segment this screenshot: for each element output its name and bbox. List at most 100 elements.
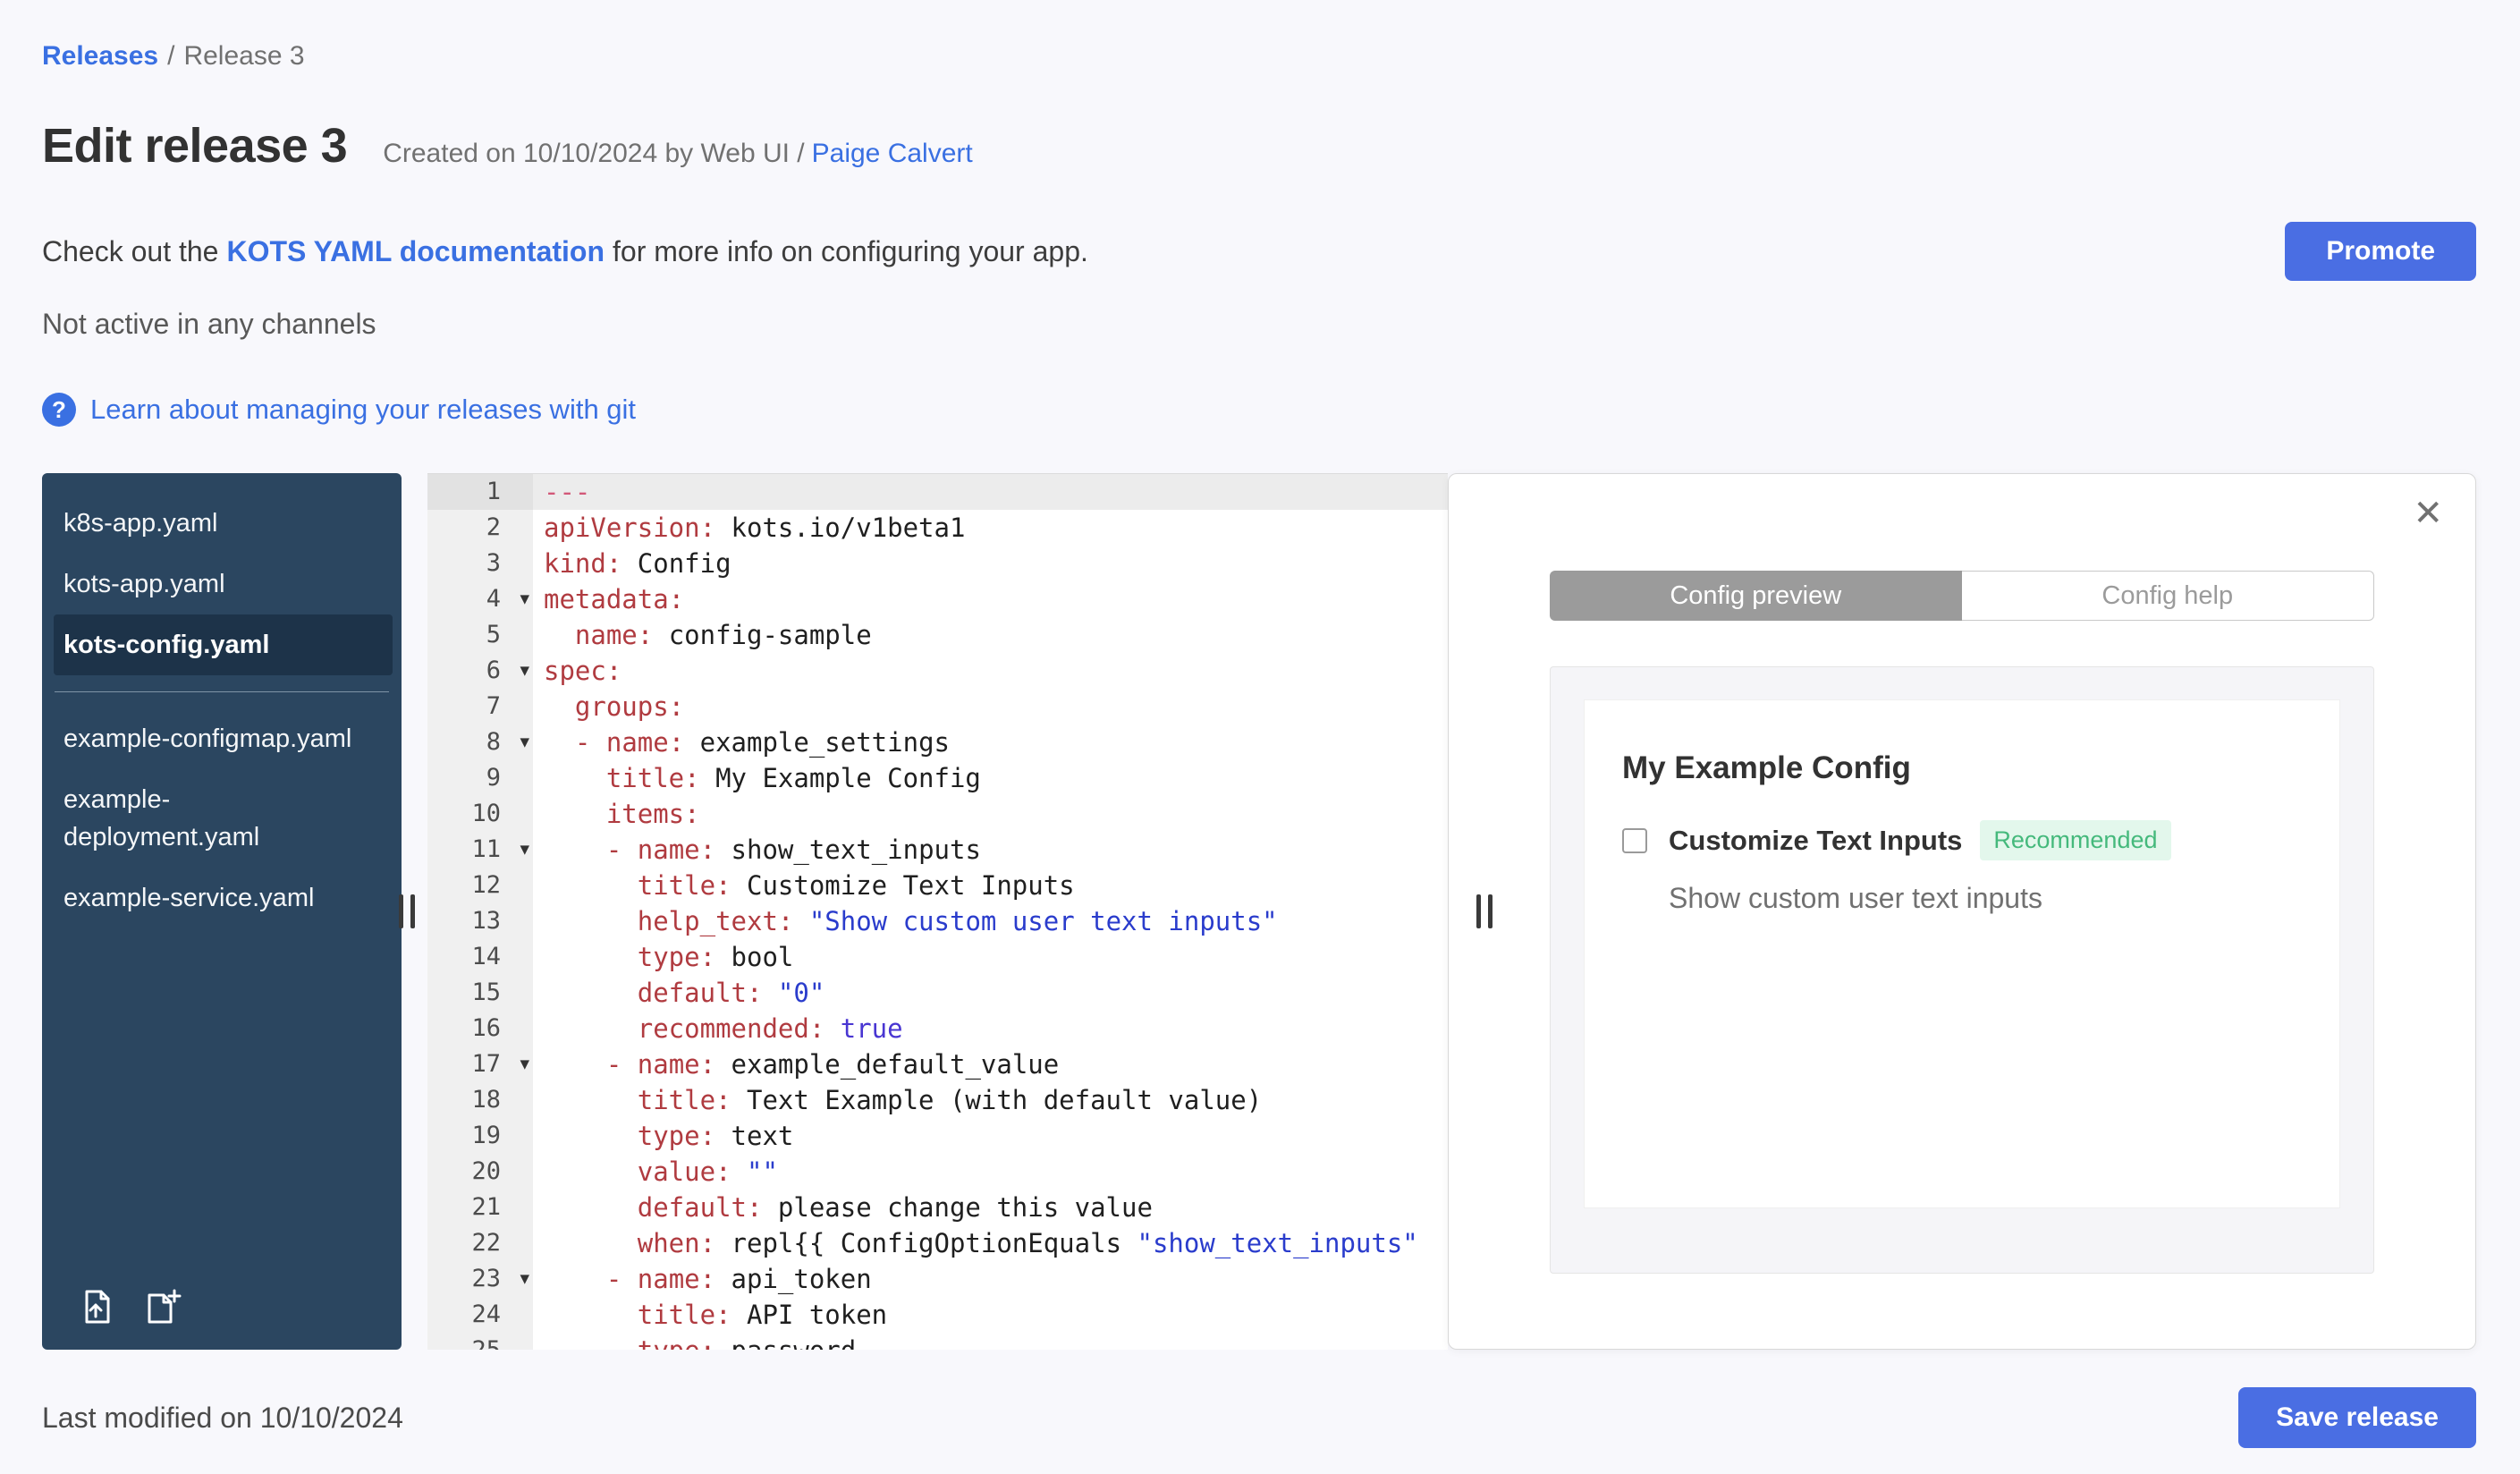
line-number[interactable]: 16 xyxy=(427,1011,533,1046)
code-line[interactable]: 23 ▾ - name: api_token xyxy=(427,1261,1448,1297)
config-help-text: Show custom user text inputs xyxy=(1669,882,2042,914)
line-number[interactable]: 19 xyxy=(427,1118,533,1154)
code-text: title: Customize Text Inputs xyxy=(533,868,1448,903)
line-number-text: 10 xyxy=(471,800,501,827)
code-text: --- xyxy=(533,474,1448,510)
code-line[interactable]: 3 kind: Config xyxy=(427,546,1448,581)
code-line[interactable]: 1 --- xyxy=(427,474,1448,510)
sidebar-file-item[interactable]: k8s-app.yaml xyxy=(54,493,393,554)
line-number[interactable]: 12 xyxy=(427,868,533,903)
code-token: config-sample xyxy=(653,620,872,650)
customize-text-inputs-checkbox[interactable] xyxy=(1622,827,1647,853)
breadcrumb-separator: / xyxy=(167,41,175,71)
line-number[interactable]: 1 xyxy=(427,474,533,510)
fold-arrow-icon[interactable]: ▾ xyxy=(520,581,529,617)
file-label: k8s-app.yaml xyxy=(63,509,218,538)
code-line[interactable]: 6 ▾ spec: xyxy=(427,653,1448,689)
docs-prefix: Check out the xyxy=(42,234,219,267)
code-line[interactable]: 10 items: xyxy=(427,796,1448,832)
line-number[interactable]: 3 xyxy=(427,546,533,581)
save-release-button[interactable]: Save release xyxy=(2238,1387,2476,1448)
line-number[interactable]: 20 xyxy=(427,1154,533,1190)
add-file-icon[interactable] xyxy=(142,1287,182,1326)
author-link[interactable]: Paige Calvert xyxy=(812,139,973,168)
code-line[interactable]: 20 value: "" xyxy=(427,1154,1448,1190)
git-help-row: ? Learn about managing your releases wit… xyxy=(42,393,2476,427)
code-text: recommended: true xyxy=(533,1011,1448,1046)
code-line[interactable]: 12 title: Customize Text Inputs xyxy=(427,868,1448,903)
code-line[interactable]: 9 title: My Example Config xyxy=(427,760,1448,796)
tab-config-help[interactable]: Config help xyxy=(1961,571,2374,621)
close-icon[interactable]: ✕ xyxy=(2413,496,2443,531)
tab-config-preview[interactable]: Config preview xyxy=(1550,571,1962,621)
yaml-code-editor[interactable]: 1 --- 2 apiVersion: kots.io/v1beta1 3 kind: C… xyxy=(427,473,1448,1350)
line-number[interactable]: 2 xyxy=(427,510,533,546)
footer-row: Last modified on 10/10/2024 Save release xyxy=(42,1387,2476,1448)
promote-button[interactable]: Promote xyxy=(2285,222,2476,281)
file-list: k8s-app.yaml kots-app.yaml kots-config.yam… xyxy=(42,493,402,928)
line-number[interactable]: 7 xyxy=(427,689,533,724)
code-token: "" xyxy=(747,1156,778,1187)
code-line[interactable]: 19 type: text xyxy=(427,1118,1448,1154)
fold-arrow-icon[interactable]: ▾ xyxy=(520,653,529,689)
code-line[interactable]: 24 title: API token xyxy=(427,1297,1448,1333)
code-line[interactable]: 21 default: please change this value xyxy=(427,1190,1448,1225)
code-line[interactable]: 17 ▾ - name: example_default_value xyxy=(427,1046,1448,1082)
sidebar-file-item[interactable]: kots-config.yaml xyxy=(54,614,393,675)
line-number[interactable]: 24 xyxy=(427,1297,533,1333)
code-line[interactable]: 22 when: repl{{ ConfigOptionEquals "show… xyxy=(427,1225,1448,1261)
preview-resize-handle[interactable] xyxy=(1476,894,1493,928)
page-title: Edit release 3 xyxy=(42,119,348,173)
upload-file-icon[interactable] xyxy=(76,1287,115,1326)
fold-arrow-icon[interactable]: ▾ xyxy=(520,724,529,760)
code-line[interactable]: 11 ▾ - name: show_text_inputs xyxy=(427,832,1448,868)
config-group-title: My Example Config xyxy=(1622,750,1911,785)
breadcrumb-releases-link[interactable]: Releases xyxy=(42,41,158,71)
code-line[interactable]: 25 type: password xyxy=(427,1333,1448,1350)
sidebar-file-item[interactable]: kots-app.yaml xyxy=(54,554,393,614)
line-number[interactable]: 4 ▾ xyxy=(427,581,533,617)
sidebar-file-item[interactable]: example-configmap.yaml xyxy=(54,708,393,769)
code-line[interactable]: 2 apiVersion: kots.io/v1beta1 xyxy=(427,510,1448,546)
sidebar-file-item[interactable]: example-deployment.yaml xyxy=(54,769,393,868)
line-number[interactable]: 17 ▾ xyxy=(427,1046,533,1082)
line-number[interactable]: 10 xyxy=(427,796,533,832)
file-sidebar: k8s-app.yaml kots-app.yaml kots-config.yam… xyxy=(42,473,402,1350)
kots-yaml-docs-link[interactable]: KOTS YAML documentation xyxy=(226,235,605,267)
code-line[interactable]: 7 groups: xyxy=(427,689,1448,724)
line-number[interactable]: 14 xyxy=(427,939,533,975)
code-line[interactable]: 8 ▾ - name: example_settings xyxy=(427,724,1448,760)
line-number[interactable]: 11 ▾ xyxy=(427,832,533,868)
sidebar-resize-handle[interactable] xyxy=(399,894,415,928)
code-line[interactable]: 4 ▾ metadata: xyxy=(427,581,1448,617)
line-number[interactable]: 22 xyxy=(427,1225,533,1261)
code-token: example_settings xyxy=(684,727,950,758)
line-number[interactable]: 6 ▾ xyxy=(427,653,533,689)
code-line[interactable]: 15 default: "0" xyxy=(427,975,1448,1011)
code-text: apiVersion: kots.io/v1beta1 xyxy=(533,510,1448,546)
code-line[interactable]: 5 name: config-sample xyxy=(427,617,1448,653)
file-label: kots-app.yaml xyxy=(63,570,225,598)
code-token: - xyxy=(605,1049,622,1080)
line-number[interactable]: 8 ▾ xyxy=(427,724,533,760)
code-line[interactable]: 16 recommended: true xyxy=(427,1011,1448,1046)
line-number[interactable]: 23 ▾ xyxy=(427,1261,533,1297)
code-line[interactable]: 14 type: bool xyxy=(427,939,1448,975)
line-number[interactable]: 5 xyxy=(427,617,533,653)
code-line[interactable]: 13 help_text: "Show custom user text inp… xyxy=(427,903,1448,939)
git-help-link[interactable]: Learn about managing your releases with … xyxy=(90,394,636,426)
fold-arrow-icon[interactable]: ▾ xyxy=(520,1261,529,1297)
line-number[interactable]: 15 xyxy=(427,975,533,1011)
code-line[interactable]: 18 title: Text Example (with default val… xyxy=(427,1082,1448,1118)
line-number[interactable]: 13 xyxy=(427,903,533,939)
fold-arrow-icon[interactable]: ▾ xyxy=(520,1046,529,1082)
line-number[interactable]: 21 xyxy=(427,1190,533,1225)
line-number[interactable]: 9 xyxy=(427,760,533,796)
line-number[interactable]: 25 xyxy=(427,1333,533,1350)
sidebar-file-item[interactable]: example-service.yaml xyxy=(54,868,393,928)
title-row: Edit release 3 Created on 10/10/2024 by … xyxy=(42,118,2476,174)
fold-arrow-icon[interactable]: ▾ xyxy=(520,832,529,868)
line-number[interactable]: 18 xyxy=(427,1082,533,1118)
